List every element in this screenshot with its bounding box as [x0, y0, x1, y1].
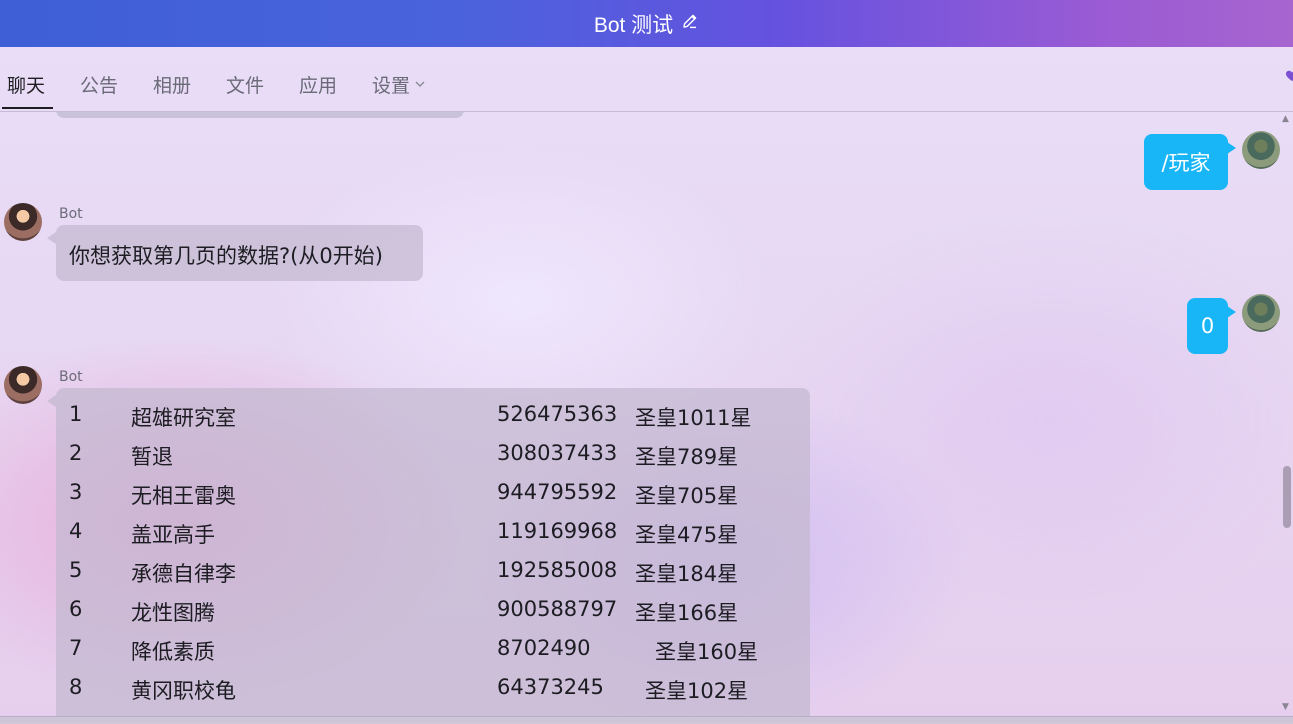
table-row: 7 降低素质 8702490 圣皇160星: [69, 636, 759, 664]
tab-files[interactable]: 文件: [226, 71, 264, 98]
avatar[interactable]: [4, 366, 42, 404]
avatar[interactable]: [4, 203, 42, 241]
bubble-tail: [47, 395, 56, 407]
scrollbar-thumb[interactable]: [1283, 466, 1291, 528]
avatar[interactable]: [1242, 131, 1280, 169]
scroll-down-icon[interactable]: ▼: [1282, 702, 1289, 712]
table-row: 1 超雄研究室 526475363 圣皇1011星: [69, 402, 752, 430]
chat-message-list[interactable]: /玩家 Bot 你想获取第几页的数据?(从0开始) 0 Bot 1 超雄研究室 …: [0, 112, 1280, 716]
tab-announcement[interactable]: 公告: [80, 71, 118, 98]
previous-message-bubble: [56, 112, 464, 118]
tab-album[interactable]: 相册: [153, 71, 191, 98]
message-bubble-bot-ranking[interactable]: 1 超雄研究室 526475363 圣皇1011星 2 暂退 308037433…: [56, 388, 810, 716]
table-row: 4 盖亚高手 119169968 圣皇475星: [69, 519, 739, 547]
tab-apps[interactable]: 应用: [299, 71, 337, 98]
window-title-text: Bot 测试: [593, 13, 674, 37]
window-title[interactable]: Bot 测试: [594, 9, 699, 39]
heart-icon[interactable]: [1285, 69, 1293, 83]
chat-scrollbar[interactable]: ▲ ▼: [1280, 112, 1293, 716]
avatar[interactable]: [1242, 294, 1280, 332]
message-bubble-user[interactable]: 0: [1187, 298, 1236, 354]
bubble-tail: [47, 232, 56, 244]
active-tab-underline: [2, 107, 53, 109]
table-row: 8 黄冈职校龟 64373245 圣皇102星: [69, 675, 749, 703]
message-bubble-user[interactable]: /玩家: [1144, 134, 1236, 190]
chevron-down-icon: [414, 74, 426, 96]
message-bubble-bot[interactable]: 你想获取第几页的数据?(从0开始): [56, 225, 423, 281]
title-bar: Bot 测试: [0, 0, 1293, 47]
sender-name: Bot: [59, 369, 83, 385]
table-row: 3 无相王雷奥 944795592 圣皇705星: [69, 480, 739, 508]
table-row: 5 承德自律李 192585008 圣皇184星: [69, 558, 739, 586]
pencil-icon[interactable]: [681, 12, 699, 36]
tab-chat[interactable]: 聊天: [7, 71, 45, 98]
tab-bar: 聊天 公告 相册 文件 应用 设置: [0, 47, 1293, 112]
table-row: 2 暂退 308037433 圣皇789星: [69, 441, 739, 469]
sender-name: Bot: [59, 206, 83, 222]
tab-settings[interactable]: 设置: [372, 71, 426, 98]
scroll-up-icon[interactable]: ▲: [1282, 114, 1289, 124]
table-row: 6 龙性图腾 900588797 圣皇166星: [69, 597, 739, 625]
